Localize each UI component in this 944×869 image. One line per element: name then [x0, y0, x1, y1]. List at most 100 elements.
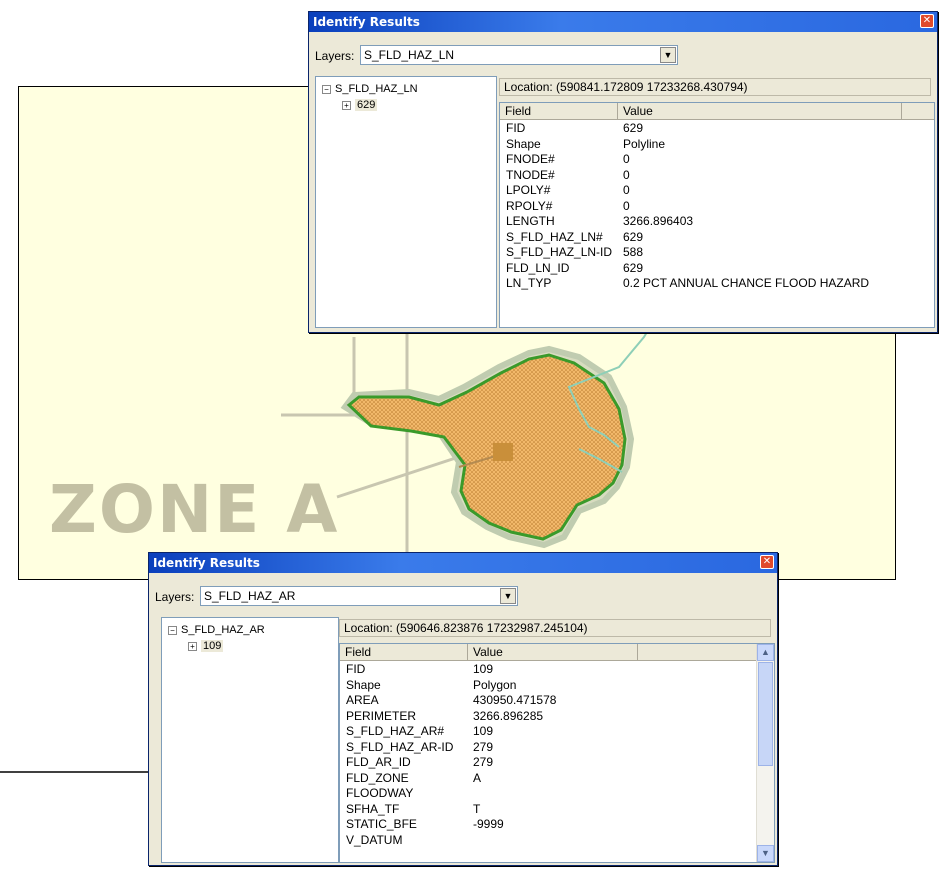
close-button[interactable]: ✕ — [920, 14, 934, 28]
close-button[interactable]: ✕ — [760, 555, 774, 569]
attribute-field: S_FLD_HAZ_AR-ID — [346, 739, 454, 754]
attribute-field: S_FLD_HAZ_LN# — [506, 229, 603, 244]
attribute-row[interactable]: AREA 430950.471578 — [340, 693, 774, 708]
attribute-row[interactable]: FLD_LN_ID 629 — [500, 261, 934, 276]
column-header-field[interactable]: Field — [500, 103, 618, 120]
attribute-row[interactable]: RPOLY# 0 — [500, 199, 934, 214]
attribute-grid[interactable]: Field Value FID 109 Shape Polygon AREA 430950… — [339, 643, 775, 863]
attribute-row[interactable]: TNODE# 0 — [500, 168, 934, 183]
identify-results-window-areas[interactable]: Identify Results ✕ Layers: S_FLD_HAZ_AR … — [148, 552, 778, 866]
attribute-field: S_FLD_HAZ_LN-ID — [506, 245, 613, 259]
attribute-value: 3266.896285 — [473, 708, 544, 723]
attribute-row[interactable]: FLD_AR_ID 279 — [340, 755, 774, 770]
attribute-value: 588 — [623, 245, 644, 259]
attribute-field: FNODE# — [506, 152, 555, 166]
attribute-row[interactable]: PERIMETER 3266.896285 — [340, 709, 774, 724]
attribute-row[interactable]: S_FLD_HAZ_AR# 109 — [340, 724, 774, 739]
attribute-value: 109 — [473, 724, 494, 738]
tree-item-layer-label: S_FLD_HAZ_AR — [181, 624, 265, 636]
layers-dropdown-value: S_FLD_HAZ_LN — [364, 48, 455, 62]
chevron-down-icon[interactable]: ▼ — [660, 47, 676, 63]
attribute-value: 3266.896403 — [623, 214, 694, 228]
attribute-row[interactable]: STATIC_BFE -9999 — [340, 817, 774, 832]
tree-item-layer[interactable]: − S_FLD_HAZ_LN — [322, 83, 418, 95]
attribute-field: FLOODWAY — [346, 786, 414, 800]
attribute-row[interactable]: S_FLD_HAZ_LN-ID 588 — [500, 245, 934, 260]
attribute-field: S_FLD_HAZ_AR# — [346, 724, 445, 738]
attribute-field: FLD_LN_ID — [506, 260, 570, 275]
column-header-blank — [902, 103, 934, 120]
identify-results-window-lines[interactable]: Identify Results ✕ Layers: S_FLD_HAZ_LN … — [308, 11, 938, 333]
attribute-row[interactable]: LPOLY# 0 — [500, 183, 934, 198]
attribute-field: STATIC_BFE — [346, 817, 417, 831]
attribute-field: LN_TYP — [506, 276, 552, 290]
attribute-row[interactable]: FLOODWAY — [340, 786, 774, 801]
scrollbar-thumb[interactable] — [758, 662, 773, 766]
attribute-row[interactable]: S_FLD_HAZ_AR-ID 279 — [340, 740, 774, 755]
tree-item-feature[interactable]: +629 — [342, 99, 378, 111]
attribute-value: 0.2 PCT ANNUAL CHANCE FLOOD HAZARD — [623, 276, 870, 290]
column-header-blank — [638, 644, 759, 661]
location-readout: Location: (590646.823876 17232987.245104… — [339, 619, 771, 637]
attribute-field: SFHA_TF — [346, 801, 400, 816]
attribute-field: TNODE# — [506, 167, 555, 182]
attribute-field: Shape — [506, 136, 541, 151]
attribute-value: -9999 — [473, 817, 504, 831]
layers-label: Layers: — [315, 48, 355, 63]
column-header-field[interactable]: Field — [340, 644, 468, 661]
tree-item-layer[interactable]: − S_FLD_HAZ_AR — [168, 624, 265, 636]
scroll-up-icon[interactable]: ▲ — [757, 644, 774, 661]
attribute-field: FID — [346, 662, 366, 676]
layers-dropdown[interactable]: S_FLD_HAZ_LN ▼ — [360, 45, 678, 65]
window-title: Identify Results — [153, 556, 260, 570]
attribute-field: Shape — [346, 677, 381, 692]
window-titlebar[interactable]: Identify Results ✕ — [309, 12, 937, 32]
collapse-icon[interactable]: − — [168, 625, 177, 635]
attribute-field: LENGTH — [506, 214, 555, 228]
attribute-row[interactable]: FID 629 — [500, 121, 934, 136]
attribute-row[interactable]: LN_TYP 0.2 PCT ANNUAL CHANCE FLOOD HAZARD — [500, 276, 934, 291]
tree-item-feature[interactable]: +109 — [188, 640, 224, 652]
window-titlebar[interactable]: Identify Results ✕ — [149, 553, 777, 573]
attribute-row[interactable]: LENGTH 3266.896403 — [500, 214, 934, 229]
attribute-value: Polyline — [623, 136, 666, 151]
attribute-row[interactable]: FNODE# 0 — [500, 152, 934, 167]
attribute-field: V_DATUM — [346, 832, 403, 847]
attribute-field: PERIMETER — [346, 708, 417, 723]
location-readout: Location: (590841.172809 17233268.430794… — [499, 78, 931, 96]
column-header-value[interactable]: Value — [618, 103, 902, 120]
attribute-row[interactable]: FLD_ZONE A — [340, 771, 774, 786]
attribute-field: LPOLY# — [506, 183, 551, 197]
tree-item-feature-label: 629 — [355, 99, 378, 111]
attribute-value: T — [473, 801, 481, 816]
expand-icon[interactable]: + — [188, 641, 197, 651]
layers-label: Layers: — [155, 589, 195, 604]
collapse-icon[interactable]: − — [322, 84, 331, 94]
attribute-grid[interactable]: Field Value FID 629 Shape Polyline FNODE# 0 TN… — [499, 102, 935, 328]
chevron-down-icon[interactable]: ▼ — [500, 588, 516, 604]
results-tree[interactable]: − S_FLD_HAZ_LN +629 — [315, 76, 497, 328]
attribute-row[interactable]: V_DATUM — [340, 833, 774, 848]
attribute-row[interactable]: Shape Polyline — [500, 137, 934, 152]
attribute-row[interactable]: S_FLD_HAZ_LN# 629 — [500, 230, 934, 245]
attribute-value: 0 — [623, 198, 630, 213]
results-tree[interactable]: − S_FLD_HAZ_AR +109 — [161, 617, 339, 863]
attribute-row[interactable]: Shape Polygon — [340, 678, 774, 693]
attribute-value: Polygon — [473, 677, 517, 692]
vertical-scrollbar[interactable]: ▲ ▼ — [756, 644, 774, 862]
scroll-down-icon[interactable]: ▼ — [757, 845, 774, 862]
column-header-value[interactable]: Value — [468, 644, 638, 661]
attribute-field: FID — [506, 121, 526, 135]
attribute-field: RPOLY# — [506, 198, 553, 213]
attribute-value: 430950.471578 — [473, 693, 557, 707]
attribute-value: 279 — [473, 739, 494, 754]
attribute-value: 629 — [623, 260, 644, 275]
tree-item-layer-label: S_FLD_HAZ_LN — [335, 83, 418, 95]
expand-icon[interactable]: + — [342, 100, 351, 110]
attribute-value: 0 — [623, 167, 630, 182]
attribute-row[interactable]: FID 109 — [340, 662, 774, 677]
attribute-row[interactable]: SFHA_TF T — [340, 802, 774, 817]
attribute-field: AREA — [346, 693, 379, 707]
layers-dropdown[interactable]: S_FLD_HAZ_AR ▼ — [200, 586, 518, 606]
window-title: Identify Results — [313, 15, 420, 29]
